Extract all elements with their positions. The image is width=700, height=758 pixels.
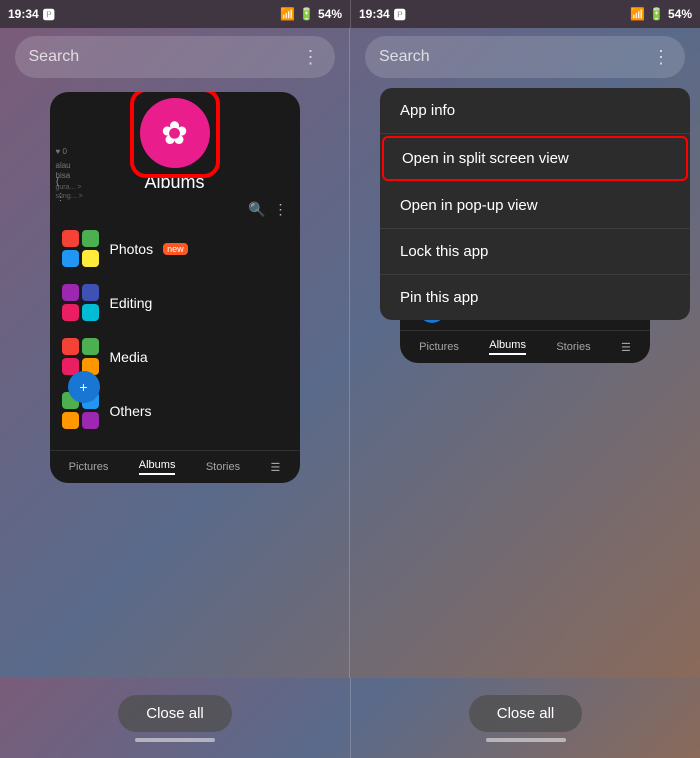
- phone-bottom-nav: Pictures Albums Stories ☰: [50, 450, 300, 483]
- media-label: Media: [110, 349, 148, 365]
- nav-pictures-right[interactable]: Pictures: [419, 341, 459, 353]
- others-label: Others: [110, 403, 152, 419]
- nav-stories-right[interactable]: Stories: [556, 341, 590, 353]
- phone-bottom-nav-right: Pictures Albums Stories ☰: [400, 330, 650, 363]
- phone-toolbar: 🔍 ⋮: [58, 201, 292, 218]
- three-dots-icon-left[interactable]: ⋮: [302, 47, 321, 68]
- list-item[interactable]: Editing: [58, 276, 292, 330]
- status-bar-left: 19:34 🅿: [8, 6, 55, 23]
- context-menu-app-info[interactable]: App info: [380, 88, 690, 134]
- nav-more-right[interactable]: ☰: [621, 341, 631, 354]
- search-bar-left[interactable]: Search ⋮: [15, 36, 335, 78]
- nav-pictures[interactable]: Pictures: [69, 461, 109, 473]
- context-menu: App info Open in split screen view Open …: [380, 88, 690, 320]
- nav-more[interactable]: ☰: [270, 461, 280, 474]
- battery-level: 54%: [318, 7, 342, 21]
- battery-icon-2: 🔋: [649, 7, 664, 21]
- status-time-2: 19:34: [359, 7, 390, 21]
- bg-content-left: ♥ 0 alau bisa gura... > sung... >: [56, 147, 86, 201]
- signal-icon: 📶: [280, 7, 295, 21]
- context-menu-pin[interactable]: Pin this app: [380, 275, 690, 320]
- search-text-left: Search: [29, 48, 80, 66]
- search-icon-small[interactable]: 🔍: [248, 201, 265, 218]
- context-menu-split-screen[interactable]: Open in split screen view: [382, 136, 688, 181]
- nav-stories[interactable]: Stories: [206, 461, 240, 473]
- close-all-button-left[interactable]: Close all: [118, 695, 232, 732]
- status-icon: 🅿: [43, 6, 55, 23]
- search-text-right: Search: [379, 48, 430, 66]
- nav-albums-right[interactable]: Albums: [489, 339, 526, 355]
- new-badge: new: [163, 243, 188, 255]
- status-bar-right: 📶 🔋 54%: [280, 7, 342, 21]
- close-all-button-right[interactable]: Close all: [469, 695, 583, 732]
- status-time: 19:34: [8, 7, 39, 21]
- close-all-section-left: Close all: [0, 678, 350, 758]
- app-icon-highlight: ✿: [130, 92, 220, 178]
- nav-indicator-right: [486, 738, 566, 742]
- battery-icon: 🔋: [299, 7, 314, 21]
- nav-albums[interactable]: Albums: [139, 459, 176, 475]
- signal-icon-2: 📶: [630, 7, 645, 21]
- nav-indicator-left: [135, 738, 215, 742]
- bottom-bar: Close all Close all: [0, 678, 700, 758]
- right-panel: Search ⋮ App info Open in split screen v…: [350, 28, 700, 678]
- more-options-icon[interactable]: ⋮: [274, 201, 288, 218]
- status-icon-2: 🅿: [394, 6, 406, 23]
- photos-label: Photos: [110, 241, 154, 257]
- status-bar-right-2: 📶 🔋 54%: [630, 7, 692, 21]
- three-dots-icon-right[interactable]: ⋮: [652, 47, 671, 68]
- left-panel: Search ⋮ ✿ ⟨ ⋮ ♥ 0 alau bisa gur: [0, 28, 350, 678]
- gallery-app-icon: ✿: [140, 98, 210, 168]
- phone-card-left: ✿ ⟨ ⋮ ♥ 0 alau bisa gura... > sung... > …: [50, 92, 300, 483]
- status-bar-left-2: 19:34 🅿: [359, 6, 406, 23]
- battery-level-2: 54%: [668, 7, 692, 21]
- app-icon-editing: [62, 284, 100, 322]
- search-bar-right[interactable]: Search ⋮: [365, 36, 685, 78]
- close-all-section-right: Close all: [350, 678, 700, 758]
- context-menu-popup[interactable]: Open in pop-up view: [380, 183, 690, 229]
- floating-action-button[interactable]: +: [68, 371, 100, 403]
- context-menu-lock[interactable]: Lock this app: [380, 229, 690, 275]
- editing-label: Editing: [110, 295, 153, 311]
- list-item[interactable]: Photos new: [58, 222, 292, 276]
- app-icon-photos: [62, 230, 100, 268]
